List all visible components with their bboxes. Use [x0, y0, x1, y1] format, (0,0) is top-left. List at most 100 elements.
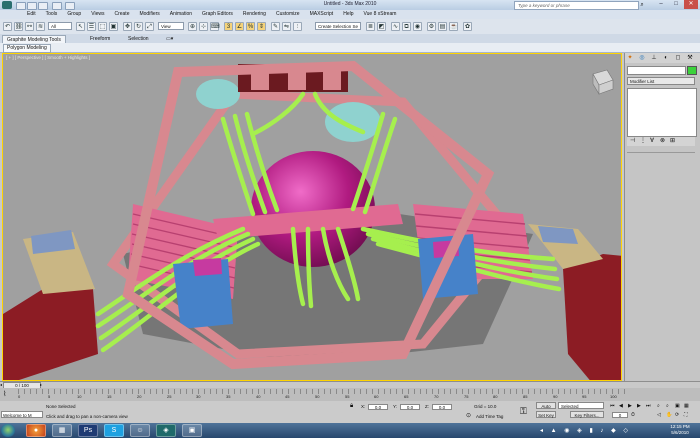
key-filters-button[interactable]: Key Filters... — [570, 411, 604, 418]
modifier-list-dropdown[interactable]: Modifier List — [627, 77, 695, 85]
orbit-icon[interactable]: ⟳ — [675, 412, 682, 418]
mini-curve-editor-icon[interactable]: ⌇ — [3, 390, 13, 399]
firefox-task-icon[interactable]: ● — [26, 424, 46, 437]
display-icon[interactable]: ◻ — [675, 55, 681, 61]
menu-help[interactable]: Help — [338, 10, 358, 19]
play-icon[interactable]: ▶ — [628, 403, 635, 409]
create-icon[interactable]: ✦ — [627, 55, 633, 61]
remove-modifier-icon[interactable]: ⊗ — [660, 138, 667, 145]
x-coordinate-field[interactable]: 0.0 — [368, 404, 388, 410]
polygon-modeling-button[interactable]: Polygon Modeling — [3, 44, 51, 53]
search-input[interactable]: Type a keyword or phrase — [514, 1, 639, 10]
pivot-icon[interactable]: ⊕ — [188, 22, 197, 31]
schematic-view-icon[interactable]: ⧉ — [402, 22, 411, 31]
window-crossing-icon[interactable]: ▣ — [109, 22, 118, 31]
pan-view-icon[interactable]: ✋ — [666, 412, 673, 418]
set-key-button[interactable]: Set Key — [536, 411, 556, 418]
zoom-icon[interactable]: ⌕ — [657, 403, 664, 409]
maximize-button[interactable]: □ — [669, 0, 683, 9]
photoshop-task-icon[interactable]: Ps — [78, 424, 98, 437]
messenger-task-icon[interactable]: ☺ — [130, 424, 150, 437]
graphite-toggle-icon[interactable]: ◩ — [377, 22, 386, 31]
modifier-stack[interactable] — [627, 88, 697, 137]
render-production-icon[interactable]: ☕ — [449, 22, 458, 31]
viewport-label[interactable]: [ + ] [ Perspective ] [ Smooth + Highlig… — [6, 55, 90, 60]
pin-stack-icon[interactable]: ⊣ — [630, 138, 637, 145]
zoom-all-icon[interactable]: ⌕ — [666, 403, 673, 409]
bind-icon[interactable]: ≋ — [36, 22, 45, 31]
select-manipulate-icon[interactable]: ⊹ — [199, 22, 208, 31]
keyboard-shortcut-icon[interactable]: ⌨ — [210, 22, 220, 31]
selection-filter-dropdown[interactable]: All — [48, 22, 72, 30]
perspective-viewport[interactable] — [2, 53, 622, 381]
menu-graph-editors[interactable]: Graph Editors — [197, 10, 238, 19]
show-end-result-icon[interactable]: ⋮ — [640, 138, 647, 145]
vue-icon[interactable]: ✿ — [463, 22, 472, 31]
auto-key-button[interactable]: Auto Key — [536, 402, 556, 416]
next-frame-icon[interactable]: ▶ — [637, 403, 644, 409]
lock-selection-icon[interactable]: 🔒︎ — [350, 403, 357, 410]
set-key-mode-icon[interactable]: ⚿ — [520, 404, 532, 418]
menu-customize[interactable]: Customize — [271, 10, 305, 19]
key-mode-dropdown[interactable]: Selected — [558, 402, 604, 409]
system-tray-icons[interactable]: ◂ ▲ ◉ ◈ ▮ ♪ ◆ ◇ — [540, 427, 658, 435]
save-file-icon[interactable] — [38, 2, 48, 10]
motion-icon[interactable]: ◐ — [663, 55, 669, 61]
scale-icon[interactable]: ⤢ — [145, 22, 154, 31]
open-file-icon[interactable] — [27, 2, 37, 10]
menu-maxscript[interactable]: MAXScript — [305, 10, 339, 19]
z-coordinate-field[interactable]: 0.0 — [432, 404, 452, 410]
minimize-button[interactable]: – — [654, 0, 668, 9]
align-icon[interactable]: ⫶ — [293, 22, 302, 31]
snap-3d-icon[interactable]: 3 — [224, 22, 233, 31]
rendered-frame-icon[interactable]: ▤ — [438, 22, 447, 31]
rect-selection-icon[interactable]: ⬚ — [98, 22, 107, 31]
maxscript-listener-field[interactable]: Welcome to M — [1, 411, 43, 418]
curve-editor-icon[interactable]: ∿ — [391, 22, 400, 31]
new-file-icon[interactable] — [16, 2, 26, 10]
object-name-field[interactable] — [627, 66, 686, 75]
menu-tools[interactable]: Tools — [41, 10, 63, 19]
close-button[interactable]: ✕ — [684, 0, 698, 9]
menu-create[interactable]: Create — [109, 10, 134, 19]
modify-icon[interactable]: ◎ — [639, 55, 645, 61]
zoom-extents-all-icon[interactable]: ▦ — [684, 403, 691, 409]
maximize-viewport-icon[interactable]: ⛶ — [684, 412, 691, 418]
zoom-extents-icon[interactable]: ▣ — [675, 403, 682, 409]
edit-named-selection-icon[interactable]: ✎ — [271, 22, 280, 31]
time-tag-icon[interactable]: ⊙ — [466, 413, 473, 420]
tab-freeform[interactable]: Freeform — [86, 35, 114, 43]
explorer-task-icon[interactable]: ▦ — [52, 424, 72, 437]
configure-sets-icon[interactable]: ⊞ — [670, 138, 677, 145]
undo-toolbar-icon[interactable]: ↶ — [3, 22, 12, 31]
go-to-end-icon[interactable]: ⏭ — [646, 403, 653, 409]
named-selection-dropdown[interactable]: Create Selection Se — [315, 22, 361, 30]
menu-group[interactable]: Group — [62, 10, 86, 19]
render-setup-icon[interactable]: ⚙ — [427, 22, 436, 31]
spinner-snap-icon[interactable]: ⇕ — [257, 22, 266, 31]
rotate-icon[interactable]: ↻ — [134, 22, 143, 31]
unlink-icon[interactable]: ⚯ — [25, 22, 34, 31]
menu-animation[interactable]: Animation — [165, 10, 197, 19]
start-button[interactable] — [1, 424, 15, 437]
ribbon-options-icon[interactable]: ▭▾ — [166, 36, 174, 42]
make-unique-icon[interactable]: ∀ — [650, 138, 657, 145]
mirror-icon[interactable]: ⇋ — [282, 22, 291, 31]
select-object-icon[interactable]: ↖ — [76, 22, 85, 31]
skype-task-icon[interactable]: S — [104, 424, 124, 437]
object-color-swatch[interactable] — [687, 66, 697, 75]
undo-icon[interactable] — [52, 2, 62, 10]
menu-modifiers[interactable]: Modifiers — [134, 10, 164, 19]
move-icon[interactable]: ✥ — [123, 22, 132, 31]
field-of-view-icon[interactable]: ◁ — [657, 412, 664, 418]
slider-right-arrow[interactable]: ▸ — [40, 382, 43, 387]
redo-icon[interactable] — [65, 2, 75, 10]
gallery-task-icon[interactable]: ▣ — [182, 424, 202, 437]
menu-vue[interactable]: Vue 8 xStream — [359, 10, 402, 19]
clock[interactable]: 12:15 PM 5/6/2010 — [662, 424, 698, 436]
y-coordinate-field[interactable]: 0.0 — [400, 404, 420, 410]
add-time-tag-button[interactable]: Add Time Tag — [476, 414, 503, 419]
3dsmax-task-icon[interactable]: ◈ — [156, 424, 176, 437]
prev-frame-icon[interactable]: ◀ — [619, 403, 626, 409]
layer-manager-icon[interactable]: ≣ — [366, 22, 375, 31]
